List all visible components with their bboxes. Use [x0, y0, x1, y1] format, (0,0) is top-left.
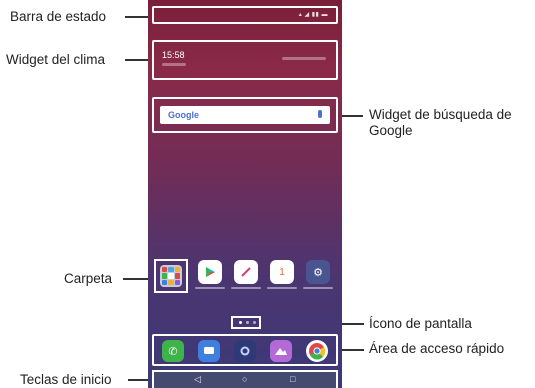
- camera-icon[interactable]: [234, 340, 256, 362]
- page-dot: [246, 321, 249, 324]
- status-bar: ▴ ◢ ▮▮ ▬: [152, 6, 338, 24]
- label-screen-icon: Ícono de pantalla: [369, 316, 472, 331]
- mic-icon[interactable]: [318, 110, 322, 118]
- weather-widget[interactable]: 15:58: [152, 40, 338, 80]
- page-dot: [253, 321, 256, 324]
- screen-indicator[interactable]: [231, 316, 261, 329]
- weather-hint: [282, 57, 326, 60]
- leader-quick-access: [336, 347, 364, 351]
- calendar-icon[interactable]: 1: [270, 260, 294, 284]
- status-icons: ▴ ◢ ▮▮ ▬: [298, 12, 328, 18]
- gallery-icon[interactable]: [270, 340, 292, 362]
- label-google-search-widget: Widget de búsqueda de Google: [369, 107, 512, 138]
- quick-access-area: ✆: [152, 334, 338, 366]
- app-label: [303, 287, 333, 289]
- label-folder: Carpeta: [64, 271, 113, 286]
- leader-google-search-widget: [336, 113, 363, 117]
- clock-date: [162, 63, 186, 66]
- quickmemo-icon[interactable]: [234, 260, 258, 284]
- label-quick-access: Área de acceso rápido: [369, 341, 505, 356]
- label-home-keys: Teclas de inicio: [20, 372, 112, 387]
- chrome-icon[interactable]: [306, 340, 328, 362]
- home-keys-bar: ◁ ○ □: [152, 370, 338, 388]
- recents-key[interactable]: □: [290, 374, 295, 384]
- google-search-widget: Google: [152, 97, 338, 133]
- page-dot-home: [239, 321, 242, 324]
- back-key[interactable]: ◁: [194, 374, 201, 385]
- settings-icon[interactable]: ⚙: [306, 260, 330, 284]
- search-bar[interactable]: Google: [160, 106, 330, 124]
- app-label: [267, 287, 297, 289]
- home-key[interactable]: ○: [242, 374, 247, 384]
- clock-time: 15:58: [162, 50, 185, 60]
- app-label: [231, 287, 261, 289]
- label-status-bar: Barra de estado: [10, 9, 107, 24]
- app-label: [195, 287, 225, 289]
- messages-icon[interactable]: [198, 340, 220, 362]
- label-weather-widget: Widget del clima: [6, 52, 106, 67]
- phone-icon[interactable]: ✆: [162, 340, 184, 362]
- play-store-icon[interactable]: [198, 260, 222, 284]
- home-apps-row: 1 ⚙: [156, 260, 336, 294]
- google-logo: Google: [168, 110, 199, 120]
- phone-home-screen: ▴ ◢ ▮▮ ▬ 15:58 Google 1 ⚙ ✆ ◁ ○ □: [148, 0, 342, 388]
